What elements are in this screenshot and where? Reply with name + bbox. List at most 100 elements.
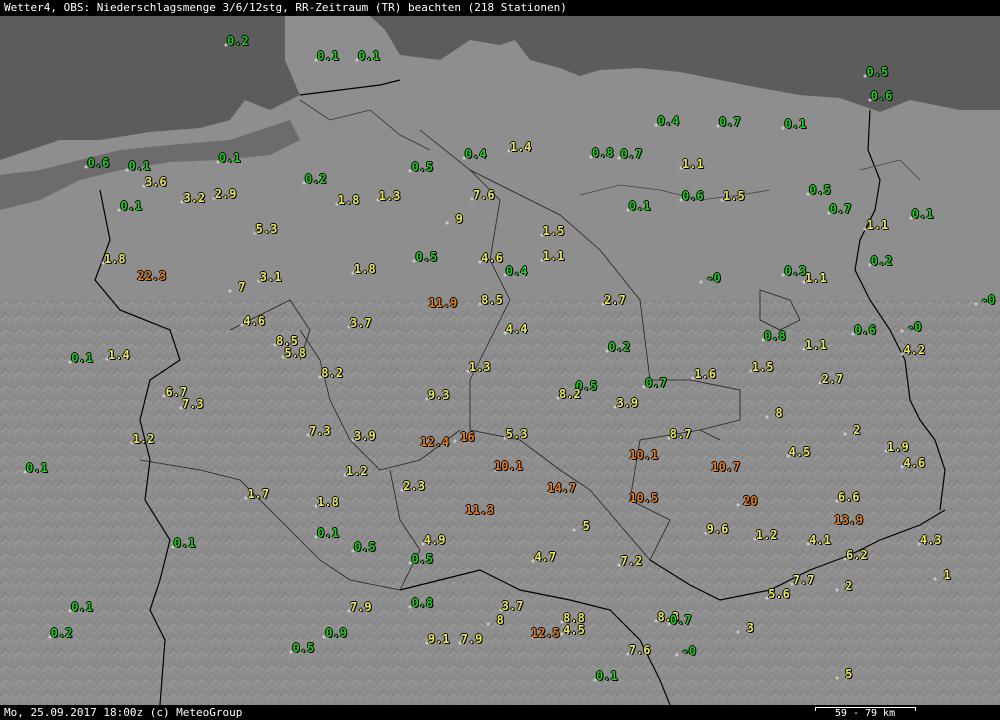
precipitation-value[interactable]: 0.2 (871, 254, 893, 268)
precipitation-value[interactable]: 9.6 (707, 522, 729, 536)
precipitation-value[interactable]: 0.2 (305, 172, 327, 186)
precipitation-value[interactable]: 1.8 (317, 495, 339, 509)
precipitation-value[interactable]: 1.8 (338, 193, 360, 207)
precipitation-value[interactable]: 0.5 (354, 540, 376, 554)
precipitation-value[interactable]: 0.6 (854, 323, 876, 337)
precipitation-value[interactable]: 4.6 (243, 314, 265, 328)
precipitation-value[interactable]: 1.7 (247, 487, 269, 501)
precipitation-value[interactable]: 8.2 (559, 387, 581, 401)
precipitation-value[interactable]: 0.1 (219, 151, 241, 165)
precipitation-value[interactable]: 2.9 (215, 187, 237, 201)
precipitation-value[interactable]: 3.6 (145, 175, 167, 189)
precipitation-value[interactable]: 4.4 (506, 322, 528, 336)
precipitation-value[interactable]: 1.5 (543, 224, 565, 238)
precipitation-value[interactable]: 2 (845, 579, 852, 593)
precipitation-value[interactable]: 10.1 (494, 459, 523, 473)
precipitation-value[interactable]: 1.1 (805, 338, 827, 352)
precipitation-value[interactable]: -0 (706, 271, 720, 285)
precipitation-value[interactable]: 0.7 (645, 376, 667, 390)
precipitation-value[interactable]: 16 (460, 430, 474, 444)
precipitation-value[interactable]: 0.1 (629, 199, 651, 213)
precipitation-value[interactable]: 0.1 (317, 526, 339, 540)
precipitation-value[interactable]: 0.5 (416, 250, 438, 264)
precipitation-value[interactable]: 20 (743, 494, 757, 508)
precipitation-value[interactable]: 9.3 (428, 388, 450, 402)
precipitation-value[interactable]: 0.5 (809, 183, 831, 197)
precipitation-value[interactable]: 0.7 (621, 147, 643, 161)
precipitation-value[interactable]: 5.6 (768, 587, 790, 601)
precipitation-value[interactable]: 3.2 (183, 191, 205, 205)
precipitation-value[interactable]: 7.3 (182, 397, 204, 411)
precipitation-value[interactable]: 0.4 (657, 114, 679, 128)
precipitation-value[interactable]: 8.2 (321, 366, 343, 380)
precipitation-value[interactable]: 1.5 (723, 189, 745, 203)
precipitation-value[interactable]: 0.5 (411, 552, 433, 566)
precipitation-value[interactable]: 0.8 (764, 329, 786, 343)
precipitation-value[interactable]: -0 (907, 320, 921, 334)
precipitation-value[interactable]: 0.1 (129, 159, 151, 173)
precipitation-value[interactable]: 11.3 (465, 503, 494, 517)
precipitation-value[interactable]: 5.8 (284, 346, 306, 360)
precipitation-value[interactable]: 5.3 (506, 427, 528, 441)
precipitation-value[interactable]: 0.4 (506, 264, 528, 278)
precipitation-value[interactable]: 0.5 (293, 641, 315, 655)
precipitation-value[interactable]: 6.2 (846, 548, 868, 562)
precipitation-value[interactable]: 1.8 (104, 252, 126, 266)
precipitation-value[interactable]: 1.4 (510, 140, 532, 154)
precipitation-value[interactable]: 4.6 (481, 251, 503, 265)
precipitation-value[interactable]: 1 (943, 568, 950, 582)
precipitation-value[interactable]: 1.3 (379, 189, 401, 203)
precipitation-value[interactable]: 0.1 (358, 49, 380, 63)
precipitation-value[interactable]: 5 (845, 667, 852, 681)
precipitation-value[interactable]: -0 (682, 644, 696, 658)
precipitation-value[interactable]: 7 (238, 280, 245, 294)
precipitation-value[interactable]: 1.5 (752, 360, 774, 374)
precipitation-value[interactable]: 2.3 (403, 479, 425, 493)
precipitation-value[interactable]: 3.7 (502, 599, 524, 613)
precipitation-value[interactable]: 7.6 (473, 188, 495, 202)
map-canvas[interactable]: 0.2 0.1 0.1 0.4 0.7 0.1 0.5 0.6 0.1 0.1 3.6 3.2 2.9 0… (0, 16, 1000, 705)
precipitation-value[interactable]: 13.9 (834, 513, 863, 527)
precipitation-value[interactable]: 0.4 (465, 147, 487, 161)
precipitation-value[interactable]: 1.6 (694, 367, 716, 381)
precipitation-value[interactable]: 1.2 (756, 528, 778, 542)
precipitation-value[interactable]: 1.1 (867, 218, 889, 232)
precipitation-value[interactable]: 7.6 (629, 643, 651, 657)
precipitation-value[interactable]: 0.6 (871, 89, 893, 103)
precipitation-value[interactable]: 8 (775, 406, 782, 420)
precipitation-value[interactable]: 0.1 (596, 669, 618, 683)
precipitation-value[interactable]: 3.1 (260, 270, 282, 284)
precipitation-value[interactable]: 0.8 (411, 596, 433, 610)
precipitation-value[interactable]: 14.7 (547, 481, 576, 495)
precipitation-value[interactable]: 1.1 (805, 271, 827, 285)
precipitation-value[interactable]: 12.5 (531, 626, 560, 640)
precipitation-value[interactable]: 22.3 (137, 269, 166, 283)
precipitation-value[interactable]: 1.3 (469, 360, 491, 374)
precipitation-value[interactable]: 0.7 (830, 202, 852, 216)
precipitation-value[interactable]: 6.6 (838, 490, 860, 504)
precipitation-value[interactable]: 7.9 (350, 600, 372, 614)
precipitation-value[interactable]: 10.1 (629, 448, 658, 462)
precipitation-value[interactable]: 2.7 (821, 372, 843, 386)
precipitation-value[interactable]: 0.9 (325, 626, 347, 640)
precipitation-value[interactable]: 0.2 (227, 34, 249, 48)
precipitation-value[interactable]: 9 (456, 212, 463, 226)
precipitation-value[interactable]: 1.4 (108, 348, 130, 362)
precipitation-value[interactable]: 1.2 (133, 432, 155, 446)
precipitation-value[interactable]: 4.2 (903, 343, 925, 357)
precipitation-value[interactable]: 0.5 (411, 160, 433, 174)
precipitation-value[interactable]: 1.8 (354, 262, 376, 276)
precipitation-value[interactable]: 4.7 (534, 550, 556, 564)
precipitation-value[interactable]: 4.5 (789, 445, 811, 459)
precipitation-value[interactable]: 2 (853, 423, 860, 437)
precipitation-value[interactable]: 8.5 (481, 293, 503, 307)
precipitation-value[interactable]: 4.5 (563, 623, 585, 637)
precipitation-value[interactable]: 1.2 (346, 464, 368, 478)
precipitation-value[interactable]: 4.1 (809, 533, 831, 547)
precipitation-value[interactable]: 0.6 (88, 156, 110, 170)
precipitation-value[interactable]: 0.2 (51, 626, 73, 640)
precipitation-value[interactable]: 0.1 (317, 49, 339, 63)
precipitation-value[interactable]: 9.1 (428, 632, 450, 646)
precipitation-value[interactable]: 5.3 (256, 222, 278, 236)
precipitation-value[interactable]: 1.9 (887, 440, 909, 454)
